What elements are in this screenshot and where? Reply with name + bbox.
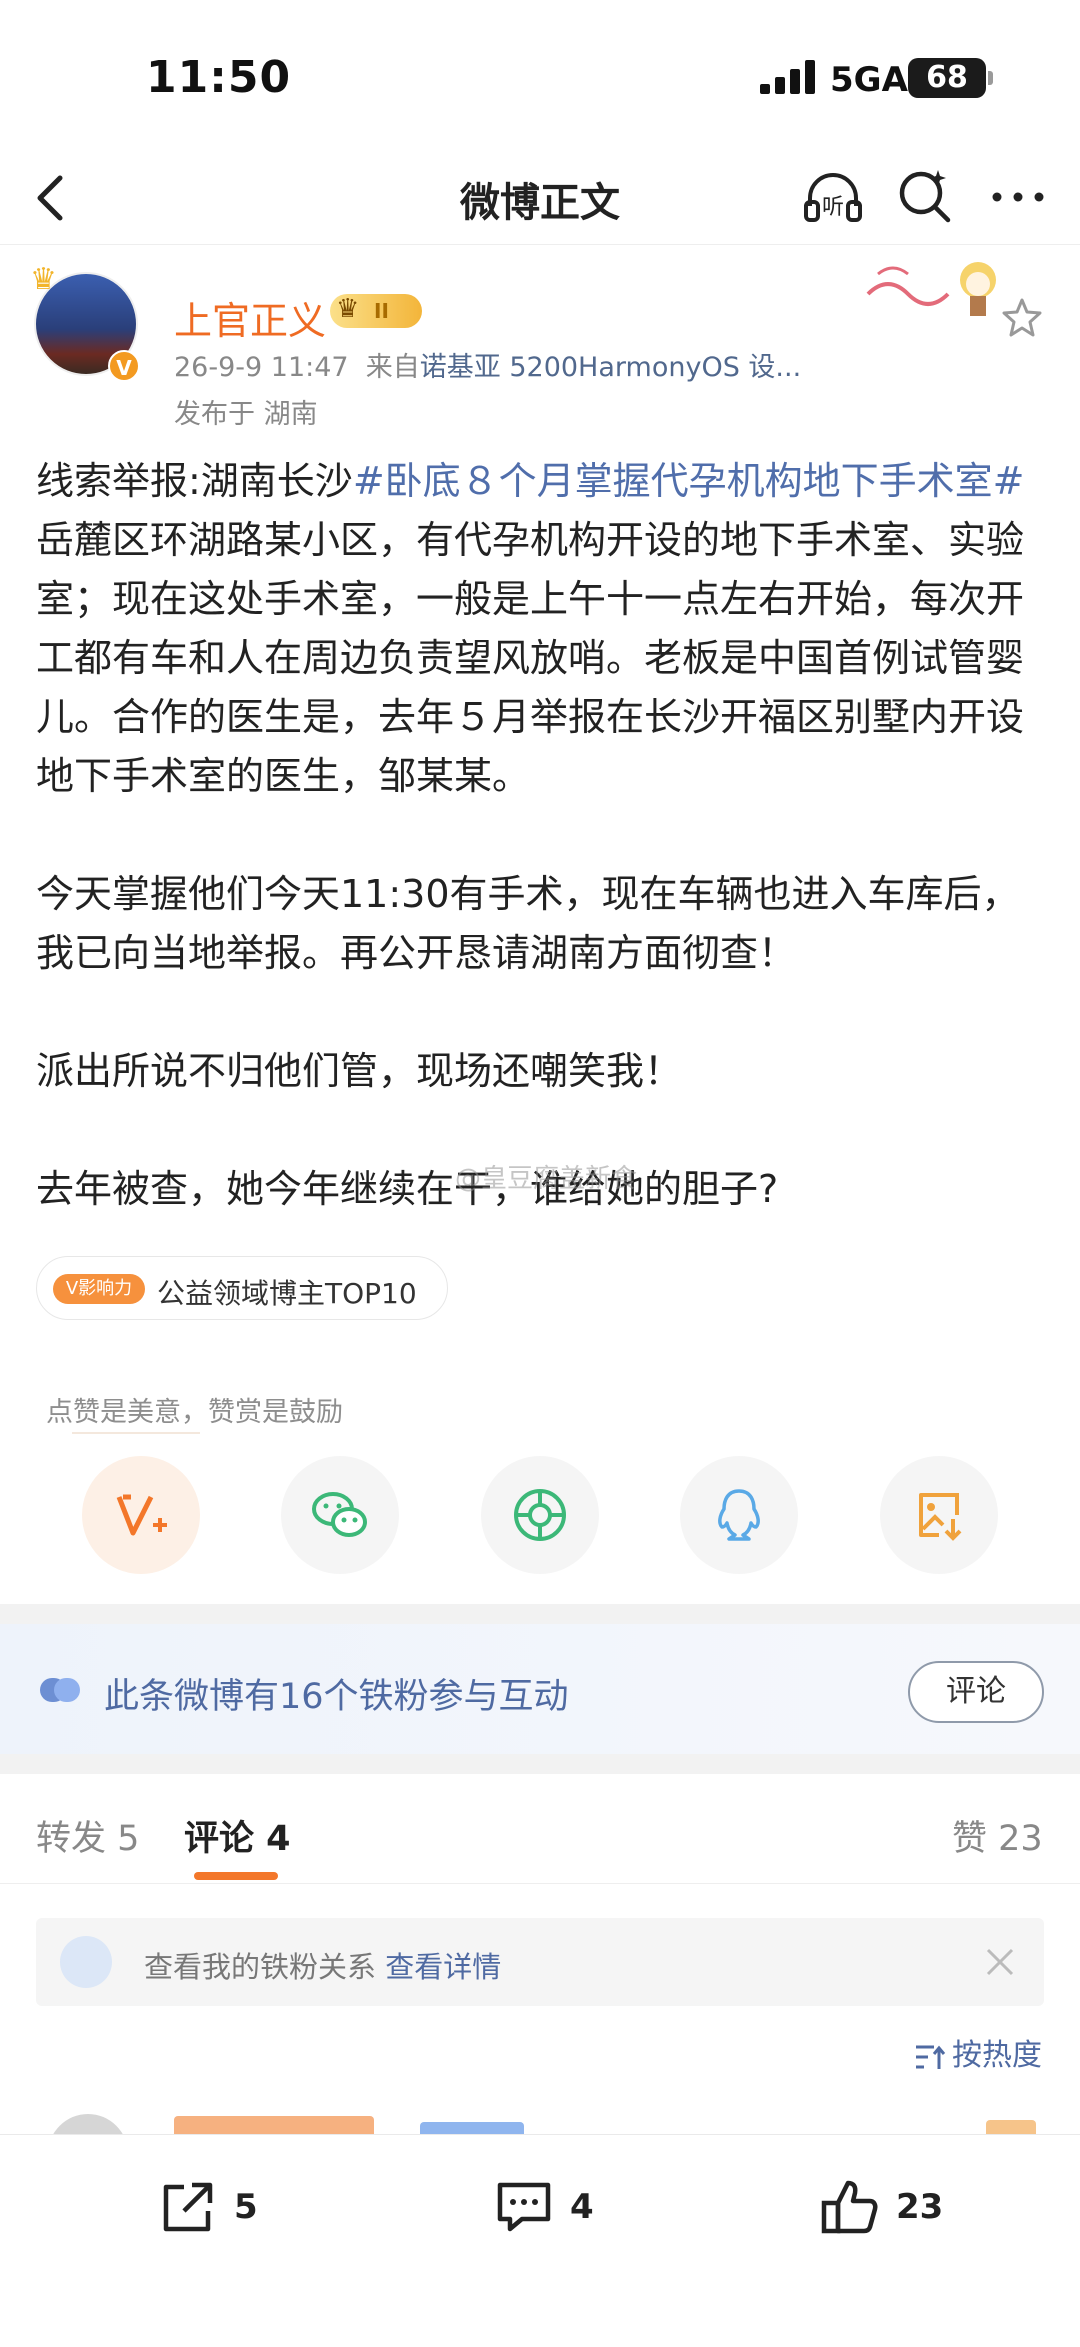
search-icon[interactable] [892,164,958,230]
tab-like[interactable]: 赞 23 [952,1810,1043,1861]
tab-repost[interactable]: 转发 5 [36,1810,139,1861]
fan-relation-bar[interactable]: 查看我的铁粉关系 查看详情 [36,1918,1044,2006]
repost-button[interactable]: 5 [156,2167,276,2247]
wechat-icon [312,1492,367,1537]
reward-tip: 点赞是美意，赞赏是鼓励 [46,1397,343,1428]
battery-icon: 68 [908,58,993,98]
active-tab-indicator [194,1872,278,1880]
post-paragraph: 派出所说不归他们管，现场还嘲笑我！ [36,1049,683,1093]
commenter-name[interactable] [174,2116,374,2134]
nav-bar: 微博正文 听 [0,150,1080,245]
status-bar: 11:50 5GA 68 [0,0,1080,150]
commenter-avatar[interactable] [48,2114,128,2134]
post-device[interactable]: 诺基亚 5200HarmonyOS 设... [420,352,801,383]
fan-level-badge[interactable]: ♛ II [330,294,422,328]
comment-like[interactable] [986,2120,1036,2134]
share-moments-button[interactable] [481,1456,599,1574]
fans-pill-icon [40,1678,80,1702]
hashtag-link[interactable]: #卧底８个月掌握代孕机构地下手术室# [353,459,1025,503]
post-location: 发布于 湖南 [174,399,318,430]
reward-v-plus-icon [116,1494,167,1536]
repost-icon [163,2182,213,2232]
signal-icon [760,60,815,94]
svg-text:听: 听 [822,195,844,220]
sticker-decoration-icon [866,262,996,316]
post-paragraph: 线索举报:湖南长沙#卧底８个月掌握代孕机构地下手术室# 岳麓区环湖路某小区，有代… [36,459,1025,798]
crown-decoration-icon: ♛ [30,262,57,297]
close-icon[interactable] [982,1944,1018,1980]
favorite-star-icon[interactable] [1000,296,1044,340]
thumbs-up-icon [821,2180,878,2234]
post-date: 26-9-9 11:47 [174,352,349,383]
more-options-icon[interactable] [985,164,1051,230]
save-image-icon [919,1493,962,1541]
author-name[interactable]: 上官正义 [174,290,326,345]
comment-button[interactable]: 评论 [908,1661,1044,1723]
crown-icon: ♛ [336,294,360,324]
diamond-icon [60,1936,112,1988]
share-qq-button[interactable] [680,1456,798,1574]
section-divider [0,1604,1080,1624]
influence-badge[interactable]: V影响力 公益领域博主TOP10 [36,1256,448,1320]
interaction-tabs: 转发 5 评论 4 赞 23 [0,1774,1080,1884]
qq-penguin-icon [718,1489,760,1541]
comment-count: 4 [570,2187,594,2227]
fans-banner-text: 此条微博有16个铁粉参与互动 [104,1677,569,1717]
moments-aperture-icon [514,1489,566,1541]
share-wechat-button[interactable] [281,1456,399,1574]
image-watermark: @皇豆腐盖新食 [455,1164,638,1194]
influence-label: 公益领域博主TOP10 [157,1277,417,1310]
repost-count: 5 [234,2187,258,2227]
like-count: 23 [896,2187,944,2227]
comment-bubble-icon [497,2182,551,2232]
sort-icon [916,2045,946,2069]
reward-button[interactable] [82,1456,200,1574]
network-type: 5GA [830,60,908,100]
post-meta: 26-9-9 11:47 来自诺基亚 5200HarmonyOS 设... [174,345,801,384]
listen-headphones-icon[interactable]: 听 [800,164,866,230]
iron-fans-banner[interactable]: 此条微博有16个铁粉参与互动 评论 [0,1624,1080,1754]
fan-relation-text: 查看我的铁粉关系 查看详情 [144,1950,502,1984]
tip-divider [72,1432,200,1434]
status-time: 11:50 [146,52,292,103]
like-button[interactable]: 23 [818,2167,958,2247]
source-prefix: 来自 [365,352,420,383]
comment-action-button[interactable]: 4 [492,2167,612,2247]
verified-badge-icon: V [108,350,140,382]
commenter-badge [420,2122,524,2134]
section-divider [0,1754,1080,1774]
post-body: 线索举报:湖南长沙#卧底８个月掌握代孕机构地下手术室# 岳麓区环湖路某小区，有代… [36,452,1046,1219]
post-paragraph: 今天掌握他们今天11:30有手术，现在车辆也进入车库后，我已向当地举报。再公开恳… [36,872,1020,975]
tab-comment[interactable]: 评论 4 [184,1810,291,1861]
bottom-action-bar: 5 4 23 [0,2134,1080,2347]
view-details-link[interactable]: 查看详情 [385,1950,501,1984]
save-image-button[interactable] [880,1456,998,1574]
comment-preview [0,2114,1080,2134]
share-row [0,1456,1080,1574]
influence-v-icon: V影响力 [53,1274,145,1304]
sort-label: 按热度 [952,2038,1042,2073]
sort-by-hot-button[interactable]: 按热度 [914,2030,1042,2074]
